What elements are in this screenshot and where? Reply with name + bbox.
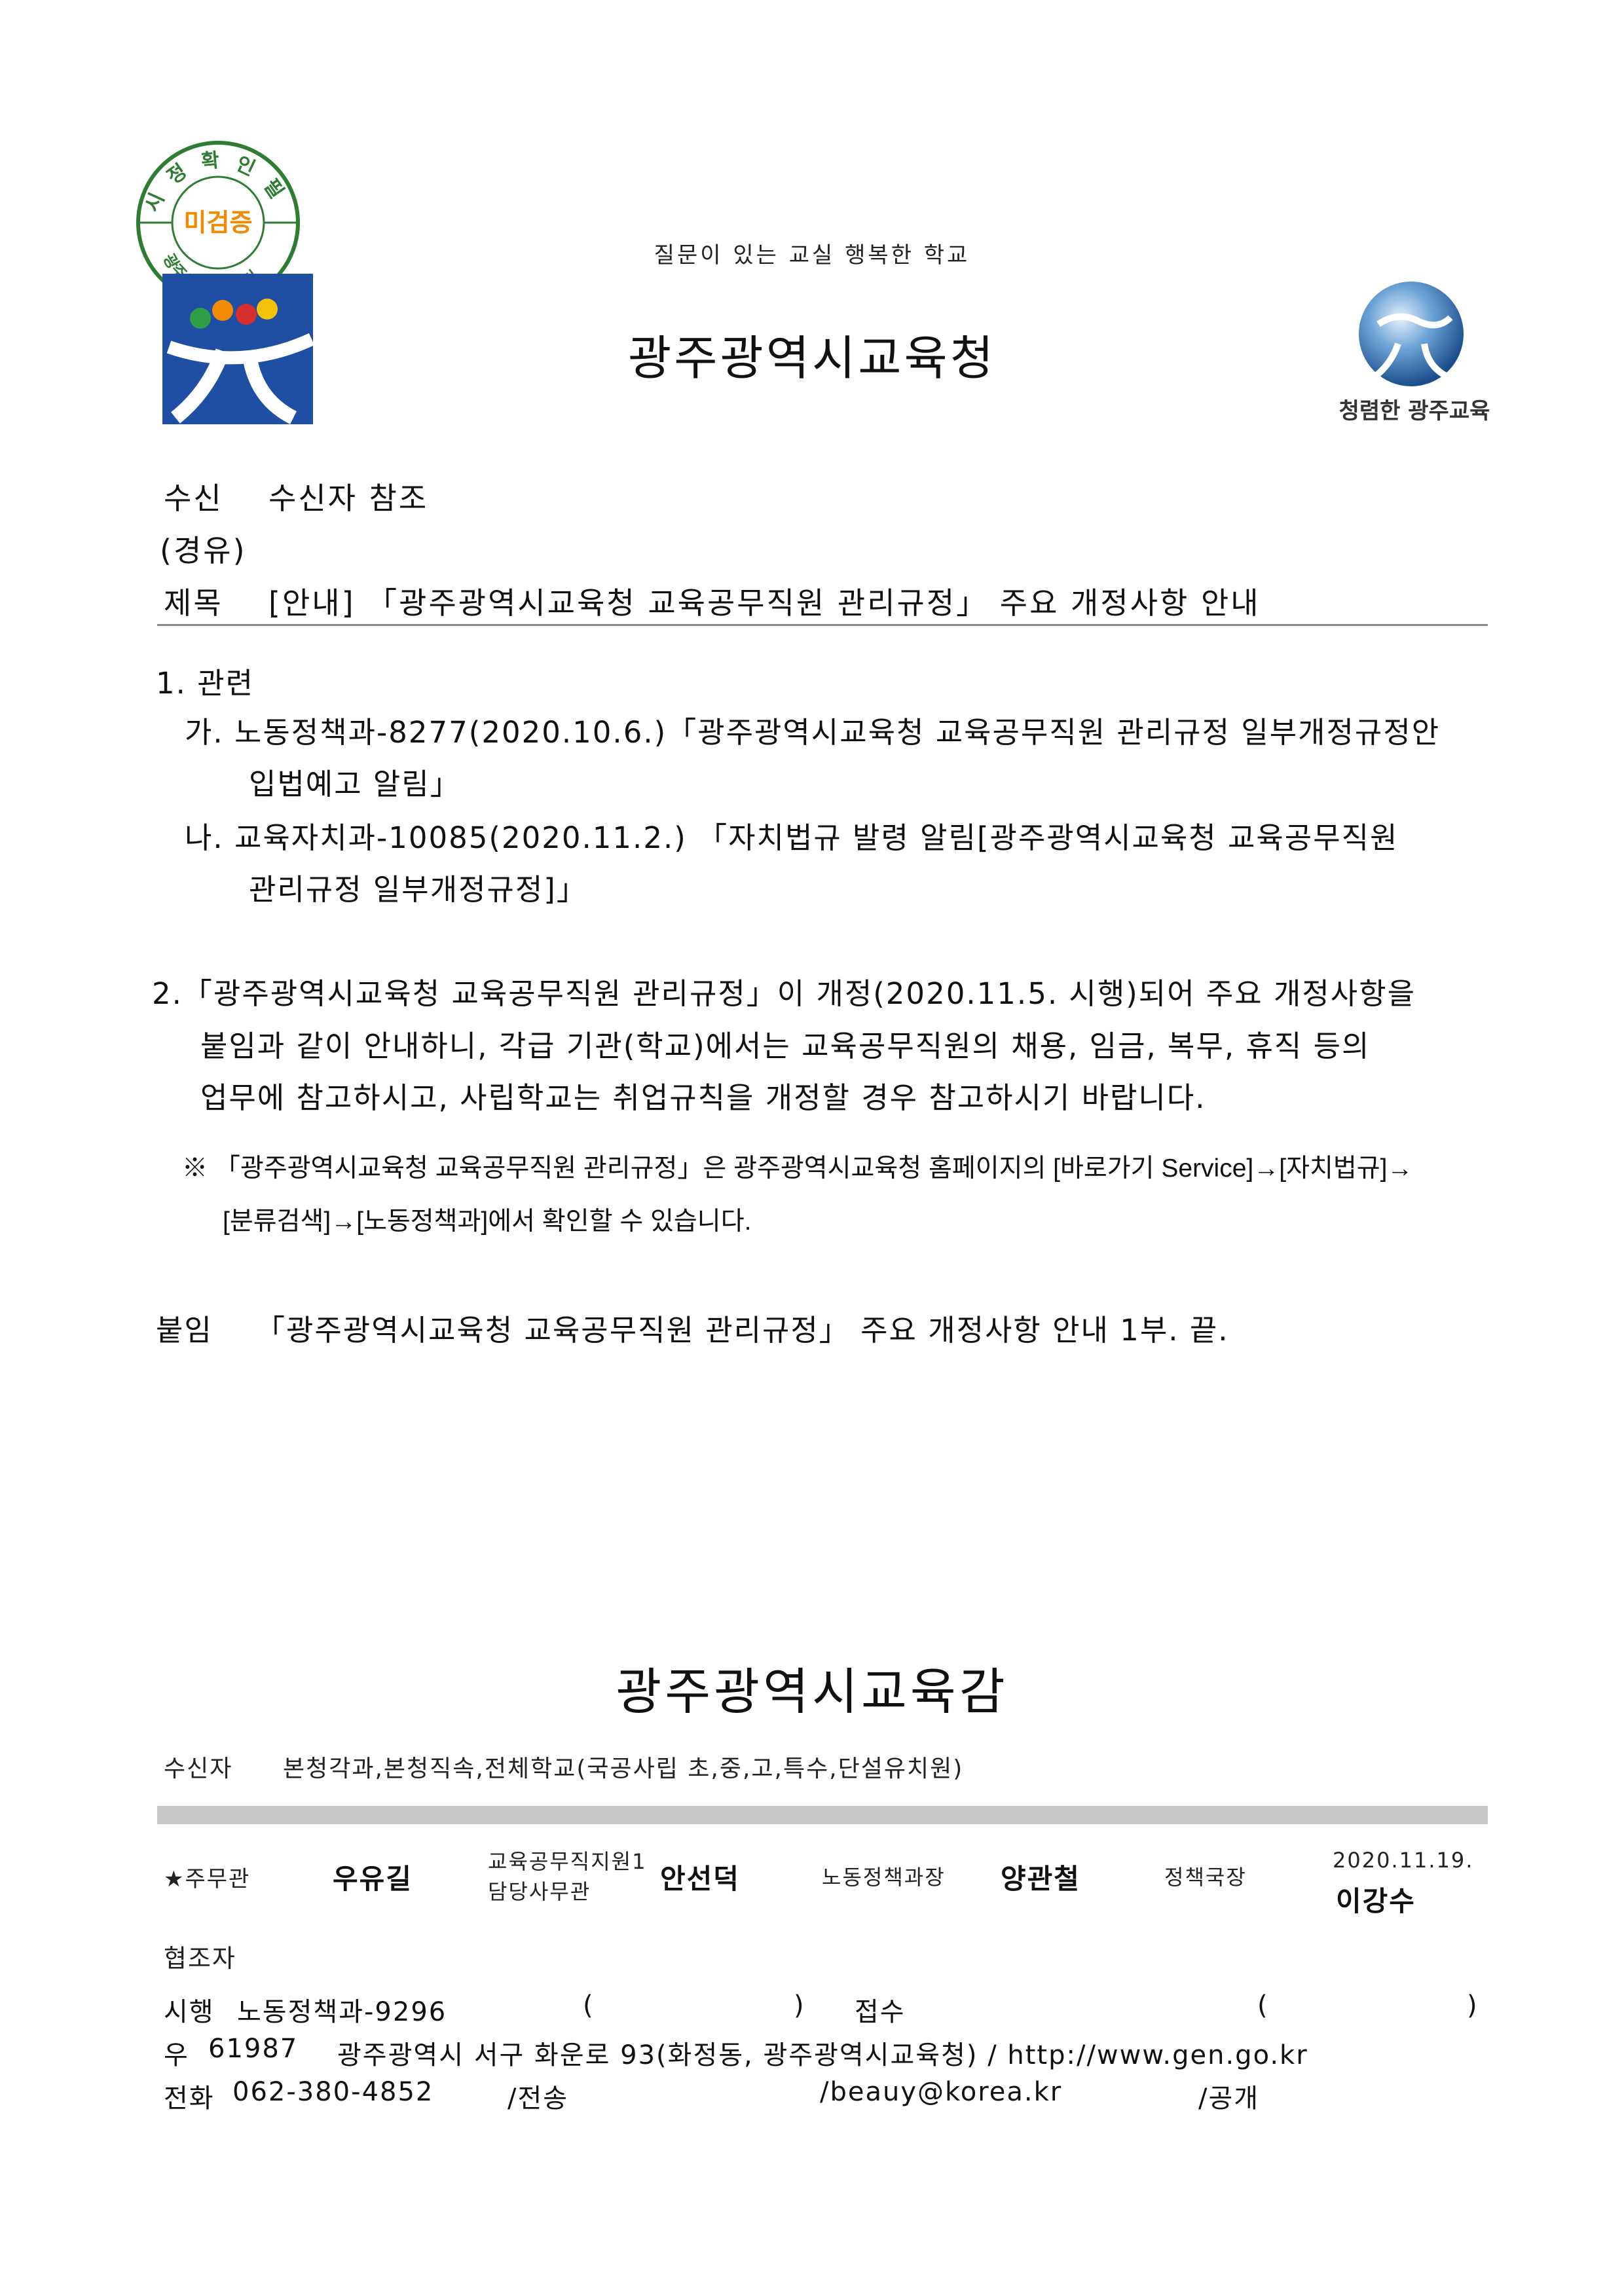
note-line2: [분류검색]→[노동정책과]에서 확인할 수 있습니다. [223,1207,752,1236]
approval-name-3: 양관철 [1001,1863,1080,1895]
enforce-paren-open: ( [583,1991,595,2021]
recipients-value: 본청각과,본청직속,전체학교(국공사립 초,중,고,특수,단설유치원) [283,1755,964,1782]
item2-line2: 붙임과 같이 안내하니, 각급 기관(학교)에서는 교육공무직원의 채용, 임금… [200,1029,1371,1063]
approval-date: 2020.11.19. [1333,1848,1474,1873]
approval-name-1: 우유길 [333,1863,413,1895]
item2-line3: 업무에 참고하시고, 사립학교는 취업규칙을 개정할 경우 참고하시기 바랍니다… [200,1080,1206,1115]
email[interactable]: /beauy@korea.kr [820,2077,1062,2107]
enforce-value: 노동정책과-9296 [237,1997,447,2027]
enforce-paren-close: ) [794,1991,805,2021]
phone-value: 062-380-4852 [232,2077,434,2107]
enforce-label: 시행 [164,1997,215,2027]
approval-divider [157,1806,1488,1824]
subject-label: 제목 [164,585,223,621]
logo-caption: 청렴한 광주교육 [1338,398,1490,424]
cooperator-label: 협조자 [164,1944,236,1973]
subject-value: [안내] 「광주광역시교육청 교육공무직원 관리규정」 주요 개정사항 안내 [268,585,1261,621]
slogan: 질문이 있는 교실 행복한 학교 [654,242,970,268]
subject-divider [157,624,1488,626]
approval-role-3: 노동정책과장 [822,1865,946,1890]
approval-role-2b: 담당사무관 [488,1879,591,1904]
seal-center-text: 미검증 [184,208,253,237]
sender-name: 광주광역시교육감 [616,1662,1008,1721]
via-label: (경유) [160,533,247,568]
attachment-value: 「광주광역시교육청 교육공무직원 관리규정」 주요 개정사항 안내 1부. 끝. [255,1313,1229,1348]
phone-label: 전화 [164,2084,215,2114]
approval-role-4: 정책국장 [1164,1865,1247,1890]
postal-code: 61987 [208,2034,299,2064]
item1-na-line1: 나. 교육자치과-10085(2020.11.2.) 「자치법규 발령 알림[광… [185,820,1399,855]
item2-line1: 2.「광주광역시교육청 교육공무직원 관리규정」이 개정(2020.11.5. … [152,976,1416,1011]
item1-ga-line1: 가. 노동정책과-8277(2020.10.6.)「광주광역시교육청 교육공무직… [185,715,1441,750]
disclosure-status: /공개 [1198,2084,1260,2114]
approval-name-4: 이강수 [1336,1885,1416,1917]
attachment-label: 붙임 [156,1313,213,1348]
address: 광주광역시 서구 화운로 93(화정동, 광주광역시교육청) / http://… [337,2040,1308,2070]
note-line1: ※ 「광주광역시교육청 교육공무직원 관리규정」은 광주광역시교육청 홈페이지의… [182,1154,1413,1183]
fax-label: /전송 [507,2084,569,2114]
approval-role-1: ★주무관 [164,1866,251,1892]
item1-na-line2: 관리규정 일부개정규정]」 [249,872,587,907]
receipt-label: 접수 [855,1997,906,2027]
approval-name-2: 안선덕 [660,1863,740,1895]
item1-ga-line2: 입법예고 알림」 [249,767,461,801]
approval-role-2a: 교육공무직지원1 [488,1849,647,1874]
globe-logo [1359,282,1464,386]
recipient-value: 수신자 참조 [268,481,429,516]
recipient-label: 수신 [164,481,223,516]
recipients-label: 수신자 [164,1755,233,1782]
item1-title: 1. 관련 [156,666,255,701]
receipt-paren-close: ) [1467,1991,1479,2021]
education-office-logo [162,274,313,424]
receipt-paren-open: ( [1257,1991,1269,2021]
postal-label: 우 [164,2040,189,2070]
